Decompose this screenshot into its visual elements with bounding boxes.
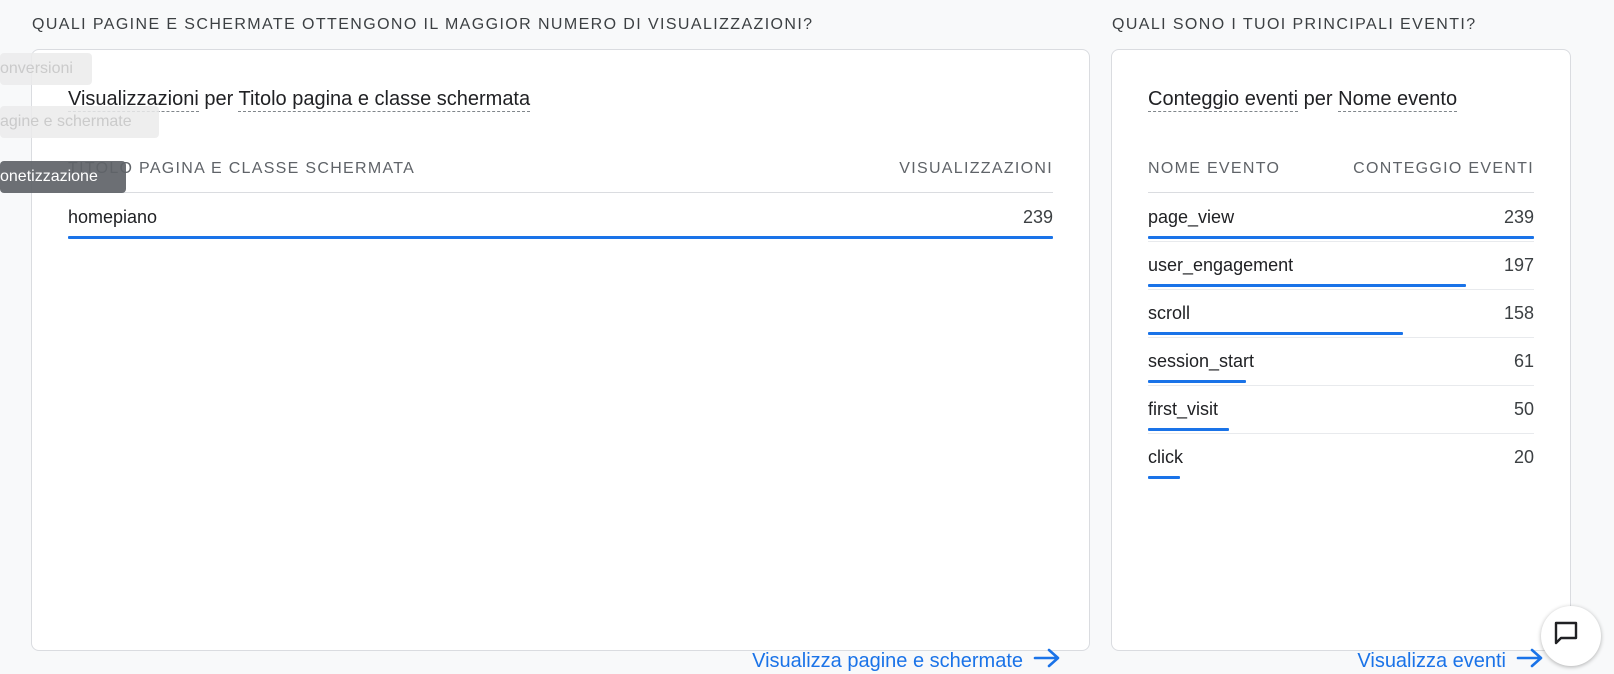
table-row[interactable]: session_start 61 <box>1148 339 1534 387</box>
row-divider <box>1148 433 1534 434</box>
feedback-chat-button[interactable] <box>1541 606 1601 666</box>
table-row[interactable]: page_view 239 <box>1148 195 1534 243</box>
column-header-event-name[interactable]: NOME EVENTO <box>1148 160 1280 178</box>
row-bar <box>68 236 1053 239</box>
sidebar-tooltip-pages: agine e schermate <box>0 106 159 138</box>
row-value: 239 <box>1503 207 1534 227</box>
row-divider <box>1148 385 1534 386</box>
row-bar <box>1148 428 1229 431</box>
table-row[interactable]: click 20 <box>1148 435 1534 483</box>
top-events-card: Conteggio eventi per Nome evento NOME EV… <box>1111 49 1571 672</box>
row-label: user_engagement <box>1148 255 1294 275</box>
row-bar <box>1148 236 1534 239</box>
view-events-link-label: Visualizza eventi <box>1357 649 1506 672</box>
row-label: page_view <box>1148 207 1235 227</box>
event-dimension-selector[interactable]: Nome evento <box>1338 88 1458 112</box>
row-bar <box>1148 380 1246 383</box>
table-row[interactable]: first_visit 50 <box>1148 387 1534 435</box>
row-value: 20 <box>1513 447 1534 467</box>
view-events-link[interactable]: Visualizza eventi <box>1357 648 1544 674</box>
row-divider <box>1148 241 1534 242</box>
events-card-heading: Conteggio eventi per Nome evento <box>1148 88 1458 112</box>
pages-views-card: Visualizzazioni per Titolo pagina e clas… <box>31 49 1090 672</box>
row-label: click <box>1148 447 1183 467</box>
view-pages-link-label: Visualizza pagine e schermate <box>752 649 1023 672</box>
row-bar <box>1148 332 1403 335</box>
row-divider <box>1148 289 1534 290</box>
dimension-selector[interactable]: Titolo pagina e classe schermata <box>238 88 531 112</box>
table-row[interactable]: homepiano 239 <box>68 195 1053 243</box>
row-value: 50 <box>1513 399 1534 419</box>
event-metric-selector[interactable]: Conteggio eventi <box>1148 88 1299 112</box>
row-value: 197 <box>1503 255 1534 275</box>
row-value: 239 <box>1022 207 1053 227</box>
column-header-views[interactable]: VISUALIZZAZIONI <box>899 160 1053 178</box>
header-divider <box>1148 192 1534 193</box>
row-label: homepiano <box>68 207 158 227</box>
per-label: per <box>204 88 234 110</box>
row-value: 61 <box>1513 351 1534 371</box>
per-label: per <box>1303 88 1333 110</box>
arrow-right-icon <box>1033 648 1061 674</box>
sidebar-tooltip-conversions: onversioni <box>0 53 92 85</box>
events-section-title: QUALI SONO I TUOI PRINCIPALI EVENTI? <box>1112 16 1477 33</box>
row-bar <box>1148 476 1180 479</box>
row-divider <box>1148 337 1534 338</box>
row-label: session_start <box>1148 351 1255 371</box>
header-divider <box>68 192 1053 193</box>
view-pages-link[interactable]: Visualizza pagine e schermate <box>752 648 1061 674</box>
arrow-right-icon <box>1516 648 1544 674</box>
pages-section-title: QUALI PAGINE E SCHERMATE OTTENGONO IL MA… <box>32 16 814 33</box>
row-bar <box>1148 284 1466 287</box>
sidebar-tooltip-monetization: onetizzazione <box>0 161 126 193</box>
row-value: 158 <box>1503 303 1534 323</box>
row-label: scroll <box>1148 303 1191 323</box>
column-header-event-count[interactable]: CONTEGGIO EVENTI <box>1353 160 1534 178</box>
table-row[interactable]: scroll 158 <box>1148 291 1534 339</box>
row-label: first_visit <box>1148 399 1219 419</box>
table-row[interactable]: user_engagement 197 <box>1148 243 1534 291</box>
